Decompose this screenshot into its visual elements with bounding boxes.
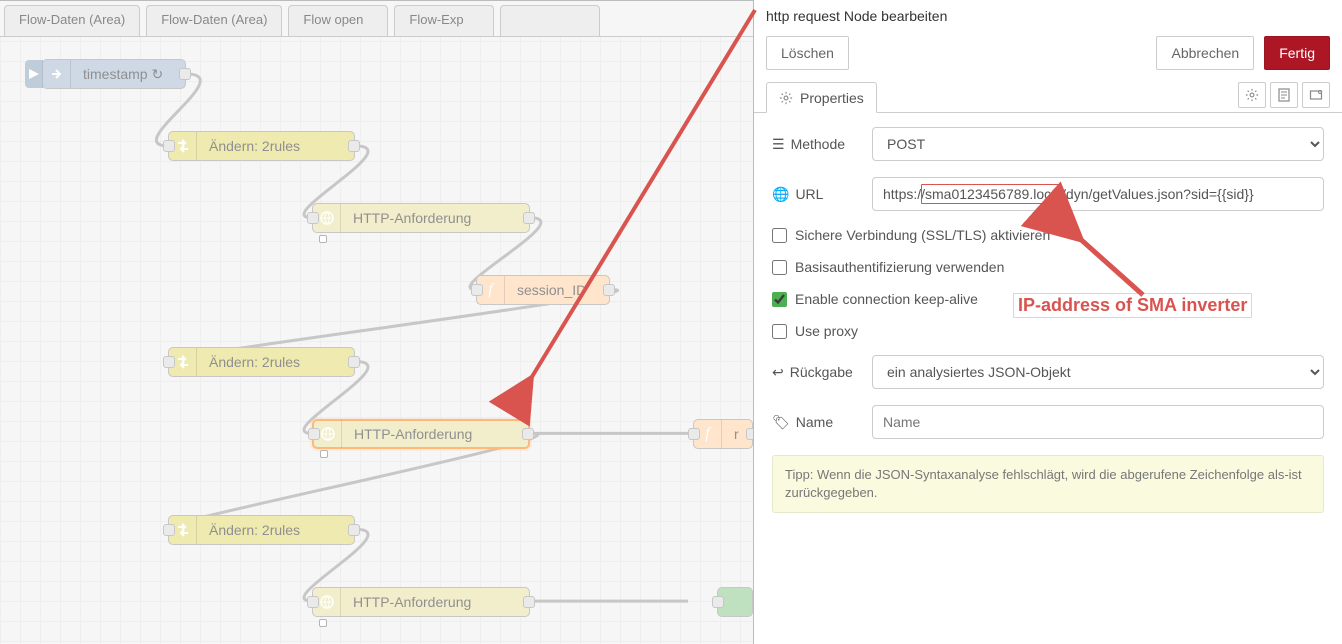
keepalive-label: Enable connection keep-alive: [795, 291, 978, 307]
function-node[interactable]: f r: [693, 419, 753, 449]
arrow-left-icon: ↩: [772, 364, 784, 381]
method-label: ☰Methode: [772, 136, 872, 153]
node-label: session_ID: [505, 282, 598, 298]
node-label: HTTP-Anforderung: [341, 210, 483, 226]
function-node[interactable]: [717, 587, 753, 617]
tag-icon: 🏷: [772, 414, 790, 431]
url-input[interactable]: [872, 177, 1324, 211]
keepalive-checkbox[interactable]: [772, 292, 787, 307]
done-button[interactable]: Fertig: [1264, 36, 1330, 70]
node-label: HTTP-Anforderung: [342, 426, 484, 442]
node-label: timestamp ↻: [71, 66, 175, 83]
appearance-button[interactable]: [1302, 82, 1330, 108]
tab-properties[interactable]: Properties: [766, 82, 877, 113]
change-node[interactable]: Ändern: 2rules: [168, 347, 355, 377]
url-label: 🌐URL: [772, 186, 872, 203]
arrow-right-icon: [43, 60, 71, 88]
delete-button[interactable]: Löschen: [766, 36, 849, 70]
change-node[interactable]: Ändern: 2rules: [168, 515, 355, 545]
settings-button[interactable]: [1238, 82, 1266, 108]
tab-label: Properties: [800, 90, 864, 106]
node-label: HTTP-Anforderung: [341, 594, 483, 610]
http-request-node[interactable]: HTTP-Anforderung: [312, 203, 530, 233]
ssl-checkbox[interactable]: [772, 228, 787, 243]
node-label: Ändern: 2rules: [197, 522, 312, 538]
globe-icon: 🌐: [772, 186, 789, 203]
flow-tab[interactable]: Flow-Exp: [394, 5, 494, 36]
flow-canvas[interactable]: timestamp ↻ Ändern: 2rules HTTP-Anforder…: [0, 37, 753, 644]
function-node[interactable]: f session_ID: [476, 275, 610, 305]
name-input[interactable]: [872, 405, 1324, 439]
ssl-label: Sichere Verbindung (SSL/TLS) aktivieren: [795, 227, 1050, 243]
flow-workspace[interactable]: Flow-Daten (Area) Flow-Daten (Area) Flow…: [0, 0, 753, 644]
method-select[interactable]: POST: [872, 127, 1324, 161]
proxy-label: Use proxy: [795, 323, 858, 339]
inject-node[interactable]: timestamp ↻: [42, 59, 186, 89]
name-label: 🏷Name: [772, 414, 872, 431]
return-label: ↩Rückgabe: [772, 364, 872, 381]
flow-tab[interactable]: Flow-Daten (Area): [4, 5, 140, 36]
inject-trigger-button[interactable]: [25, 60, 43, 88]
http-request-node[interactable]: HTTP-Anforderung: [312, 587, 530, 617]
flow-tab[interactable]: Flow open: [288, 5, 388, 36]
basicauth-checkbox[interactable]: [772, 260, 787, 275]
flow-tabbar: Flow-Daten (Area) Flow-Daten (Area) Flow…: [0, 1, 753, 37]
proxy-checkbox[interactable]: [772, 324, 787, 339]
change-node[interactable]: Ändern: 2rules: [168, 131, 355, 161]
http-request-node-selected[interactable]: HTTP-Anforderung: [312, 419, 530, 449]
hint-text: Tipp: Wenn die JSON-Syntaxanalyse fehlsc…: [772, 455, 1324, 513]
cancel-button[interactable]: Abbrechen: [1156, 36, 1254, 70]
edit-panel: http request Node bearbeiten Löschen Abb…: [753, 0, 1342, 644]
node-label: Ändern: 2rules: [197, 138, 312, 154]
basicauth-label: Basisauthentifizierung verwenden: [795, 259, 1004, 275]
flow-tab[interactable]: [500, 5, 600, 36]
node-label: Ändern: 2rules: [197, 354, 312, 370]
panel-title: http request Node bearbeiten: [754, 0, 1342, 28]
flow-tab[interactable]: Flow-Daten (Area): [146, 5, 282, 36]
bars-icon: ☰: [772, 136, 785, 153]
return-select[interactable]: ein analysiertes JSON-Objekt: [872, 355, 1324, 389]
gear-icon: [779, 91, 793, 105]
docs-button[interactable]: [1270, 82, 1298, 108]
